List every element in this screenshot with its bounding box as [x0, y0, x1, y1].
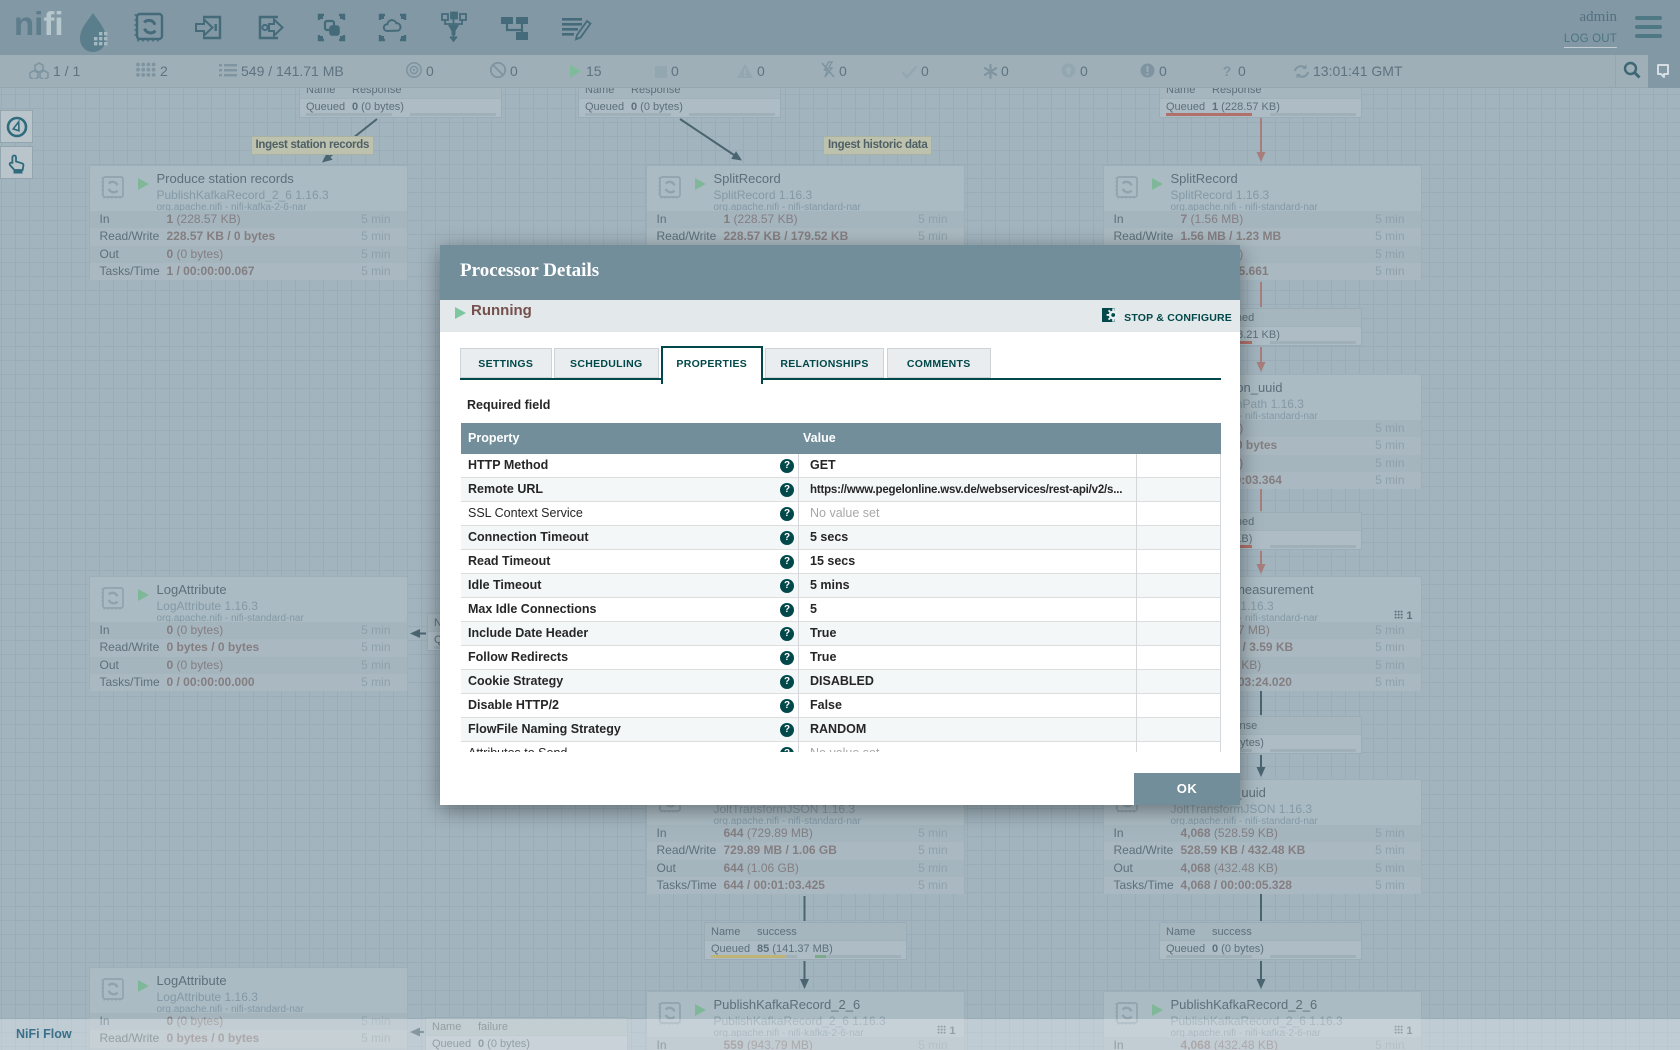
svg-text:?: ? [1223, 63, 1232, 79]
